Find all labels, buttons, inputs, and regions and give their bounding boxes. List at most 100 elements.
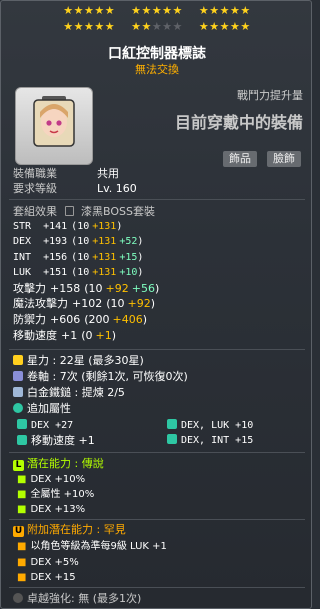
stat-line: STR +141 (10 +131) — [13, 220, 122, 233]
stat-name: 移動速度 — [13, 329, 57, 342]
stat-add: +131 — [92, 252, 117, 263]
trade-status: 無法交換 — [135, 63, 179, 76]
set-name: 漆黑BOSS套裝 — [81, 205, 155, 218]
item-icon-frame — [15, 87, 93, 165]
stat-open: ( — [84, 282, 89, 295]
potential-text: 全屬性 +10% — [30, 489, 95, 500]
flame-stat-text: DEX, INT +15 — [181, 435, 254, 446]
potential-line: ■ DEX +10% — [17, 473, 85, 486]
stat-name: STR — [13, 221, 32, 232]
stat-name: INT — [13, 252, 32, 263]
divider — [9, 349, 305, 350]
set-effect[interactable]: 套組效果 漆黑BOSS套裝 — [13, 205, 155, 218]
legendary-badge-icon: L — [13, 460, 24, 471]
scroll-line: 卷軸 : 7次 (剩餘1次, 可恢復0次) — [13, 370, 188, 383]
stat-total: +141 — [43, 221, 68, 232]
flame-stat-text: 移動速度 +1 — [31, 434, 95, 447]
set-effect-label: 套組效果 — [13, 205, 57, 218]
job-requirement: 裝備職業 共用 — [13, 167, 119, 180]
bullet-icon: ■ — [17, 572, 27, 583]
star-on: ★★ — [131, 20, 152, 33]
stat-add: +131 — [92, 267, 117, 278]
lock-icon — [64, 206, 74, 216]
stat-close: ) — [150, 297, 156, 310]
bullet-icon: ■ — [17, 489, 27, 500]
flame-bullet-icon — [167, 419, 177, 429]
stat-add: +406 — [112, 313, 143, 326]
stat-open: ( — [106, 297, 111, 310]
power-increase-label: 戰鬥力提升量 — [237, 89, 303, 102]
star-row-top: ★★★★★ ★★★★★ ★★★★★ — [1, 4, 311, 17]
starforce-text: 星力 : 22星 (最多30星) — [27, 354, 144, 367]
potential-text: DEX +10% — [30, 474, 86, 485]
stat-add: +1 — [95, 329, 112, 342]
stat-base: 10 — [77, 236, 90, 247]
stat-base: 200 — [88, 313, 110, 326]
divider — [9, 587, 305, 588]
divider — [9, 199, 305, 200]
stat-open: ( — [81, 329, 86, 342]
hammer-icon — [13, 387, 23, 397]
stat-close: ) — [137, 252, 144, 263]
stat-close: ) — [111, 329, 117, 342]
item-name: 口紅控制器標誌 — [108, 46, 206, 62]
additional-text: 以角色等級為準每9級 LUK +1 — [30, 541, 167, 552]
flame-label-line: 追加屬性 — [13, 402, 71, 415]
stat-total: +158 — [50, 282, 81, 295]
star-group: ★★★★★ — [198, 20, 251, 33]
stat-base: 10 — [77, 267, 90, 278]
stat-add: +92 — [127, 297, 151, 310]
stat-line: DEX +193 (10 +131 +52) — [13, 235, 143, 248]
stat-extra: +52 — [119, 236, 138, 247]
flame-bullet-icon — [17, 419, 27, 429]
stat-open: ( — [84, 313, 89, 326]
stat-add: +92 — [105, 282, 129, 295]
stat-extra: +15 — [119, 252, 138, 263]
star-icon — [13, 355, 23, 365]
stat-base: 10 — [77, 252, 90, 263]
additional-line: ■ 以角色等級為準每9級 LUK +1 — [17, 540, 167, 553]
stat-base: 10 — [88, 282, 103, 295]
stat-total: +156 — [43, 252, 68, 263]
item-tooltip: ★★★★★ ★★★★★ ★★★★★ ★★★★★ ★★★★★ ★★★★★ 口紅控制… — [0, 0, 312, 609]
job-value: 共用 — [97, 167, 119, 180]
bullet-icon: ■ — [17, 557, 27, 568]
tag-accessory: 飾品 — [223, 151, 257, 167]
exceptional-icon — [13, 593, 23, 603]
stat-add: +131 — [92, 221, 117, 232]
stat-base: 0 — [85, 329, 93, 342]
stat-total: +1 — [61, 329, 78, 342]
stat-name: DEX — [13, 236, 32, 247]
stat-base: 10 — [77, 221, 90, 232]
level-requirement: 要求等級 Lv. 160 — [13, 182, 137, 195]
stat-close: ) — [137, 267, 144, 278]
flame-stat: DEX +27 — [17, 419, 73, 432]
additional-line: ■ DEX +5% — [17, 556, 79, 569]
star-off: ★★★ — [151, 20, 183, 33]
additional-text: DEX +15 — [30, 572, 76, 583]
stat-line: 攻擊力 +158 (10 +92 +56) — [13, 282, 159, 295]
star-group: ★★★★★ — [131, 20, 183, 33]
stat-add: +131 — [92, 236, 117, 247]
stat-close: ) — [137, 236, 144, 247]
hammer-text: 白金鐵鎚 : 提煉 2/5 — [27, 386, 125, 399]
star-group: ★★★★★ — [131, 4, 183, 17]
potential-line: ■ DEX +13% — [17, 503, 85, 516]
exceptional-text: 卓越強化: 無 (最多1次) — [27, 592, 142, 605]
stat-close: ) — [154, 282, 160, 295]
stat-line: LUK +151 (10 +131 +10) — [13, 266, 143, 279]
flame-label: 追加屬性 — [27, 402, 71, 415]
flame-stat: 移動速度 +1 — [17, 434, 95, 447]
stat-name: 魔法攻擊力 — [13, 297, 68, 310]
hammer-line: 白金鐵鎚 : 提煉 2/5 — [13, 386, 125, 399]
level-value: Lv. 160 — [97, 182, 137, 195]
flame-stat-text: DEX +27 — [31, 420, 74, 431]
potential-line: ■ 全屬性 +10% — [17, 488, 94, 501]
stat-total: +102 — [72, 297, 103, 310]
additional-potential-header: U 附加潛在能力 : 罕見 — [13, 523, 126, 537]
flame-icon — [13, 403, 23, 413]
bullet-icon: ■ — [17, 504, 27, 515]
stat-total: +151 — [43, 267, 68, 278]
divider — [9, 519, 305, 520]
star-row-bottom: ★★★★★ ★★★★★ ★★★★★ — [1, 20, 311, 33]
